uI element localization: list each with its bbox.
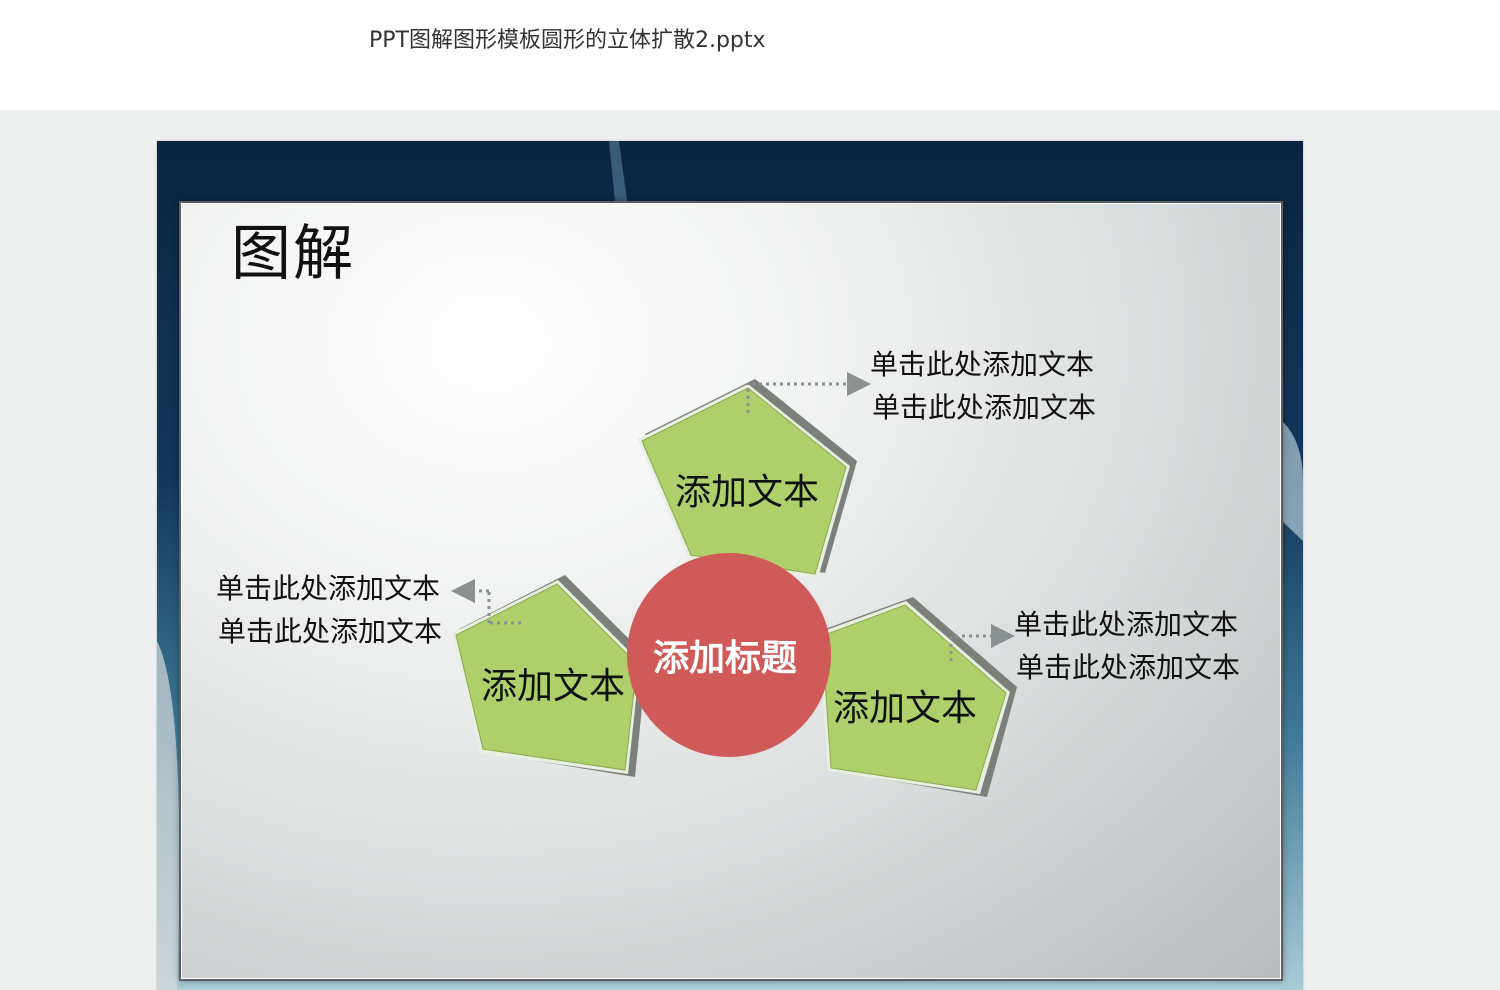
- center-title-label[interactable]: 添加标题: [653, 629, 797, 681]
- node-top-label[interactable]: 添加文本: [675, 463, 819, 515]
- callout-right-line-1[interactable]: 单击此处添加文本: [1014, 603, 1238, 643]
- document-title: PPT图解图形模板圆形的立体扩散2.pptx: [369, 28, 766, 53]
- diagram-art: [451, 372, 1017, 797]
- node-left-label[interactable]: 添加文本: [481, 657, 625, 709]
- document-header: PPT图解图形模板圆形的立体扩散2.pptx: [0, 0, 1500, 110]
- callout-top-line-2[interactable]: 单击此处添加文本: [872, 386, 1096, 426]
- slide: 图解 添加文本 添加文本 添加文本 添加标题 单击此处添加文本 单击此处添加文本…: [157, 141, 1303, 990]
- callout-top-line-1[interactable]: 单击此处添加文本: [870, 343, 1094, 383]
- callout-left-line-1[interactable]: 单击此处添加文本: [216, 567, 440, 607]
- node-right-label[interactable]: 添加文本: [833, 679, 977, 731]
- callout-left-line-2[interactable]: 单击此处添加文本: [218, 610, 442, 650]
- callout-right-line-2[interactable]: 单击此处添加文本: [1016, 646, 1240, 686]
